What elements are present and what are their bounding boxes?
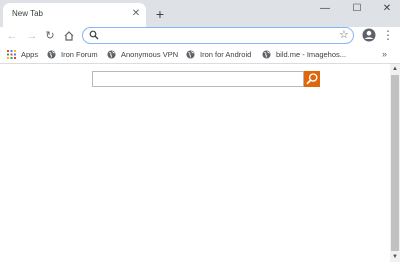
bookmark-item[interactable]: Anonymous VPN (107, 48, 178, 61)
tab-strip: New Tab ✕ + — ☐ ✕ (0, 0, 400, 27)
globe-icon (262, 50, 271, 59)
page-content (0, 64, 390, 262)
bookmark-item[interactable]: bild.me - Imagehos... (262, 48, 374, 61)
profile-icon[interactable] (362, 28, 376, 42)
new-tab-button[interactable]: + (152, 6, 168, 22)
search-input[interactable] (92, 71, 304, 87)
bookmark-item[interactable]: Iron for Android (186, 48, 251, 61)
vertical-scrollbar[interactable]: ▲ ▼ (390, 64, 400, 262)
tab-close-icon[interactable]: ✕ (131, 9, 141, 19)
reload-button[interactable]: ↻ (42, 28, 58, 44)
apps-grid-icon (7, 50, 16, 59)
close-window-button[interactable]: ✕ (372, 0, 400, 20)
menu-button[interactable]: ⋮ (382, 28, 394, 44)
home-icon (64, 31, 74, 41)
maximize-button[interactable]: ☐ (342, 0, 372, 20)
minimize-button[interactable]: — (310, 0, 340, 20)
globe-icon (107, 50, 116, 59)
scroll-thumb[interactable] (391, 75, 399, 251)
scroll-up-arrow-icon[interactable]: ▲ (390, 64, 400, 74)
search-button[interactable] (304, 71, 320, 87)
address-bar[interactable]: ☆ (82, 27, 354, 44)
bookmarks-overflow-button[interactable]: » (382, 48, 387, 61)
tab-new-tab[interactable]: New Tab ✕ (3, 3, 146, 27)
search-icon (89, 30, 99, 40)
bookmark-label: Iron for Android (200, 50, 252, 59)
bookmark-label: Anonymous VPN (121, 50, 179, 59)
bookmarks-bar: Apps Iron Forum Anonymous VPN Iron for A… (0, 47, 400, 63)
globe-icon (47, 50, 56, 59)
search-icon (306, 73, 318, 85)
bookmark-label: bild.me - Imagehos... (276, 50, 347, 59)
home-button[interactable] (61, 28, 77, 44)
back-button[interactable]: ← (4, 28, 20, 44)
toolbar: ← → ↻ ☆ ⋮ (0, 27, 400, 47)
globe-icon (186, 50, 195, 59)
bookmark-label: Iron Forum (61, 50, 98, 59)
address-input[interactable] (103, 29, 323, 41)
tab-title: New Tab (12, 9, 43, 18)
forward-button[interactable]: → (24, 28, 40, 44)
scroll-down-arrow-icon[interactable]: ▼ (390, 252, 400, 262)
bookmark-star-icon[interactable]: ☆ (339, 28, 349, 42)
bookmark-label: Apps (21, 50, 39, 59)
bookmark-item[interactable]: Iron Forum (47, 48, 98, 61)
bookmark-apps[interactable]: Apps (7, 48, 38, 61)
